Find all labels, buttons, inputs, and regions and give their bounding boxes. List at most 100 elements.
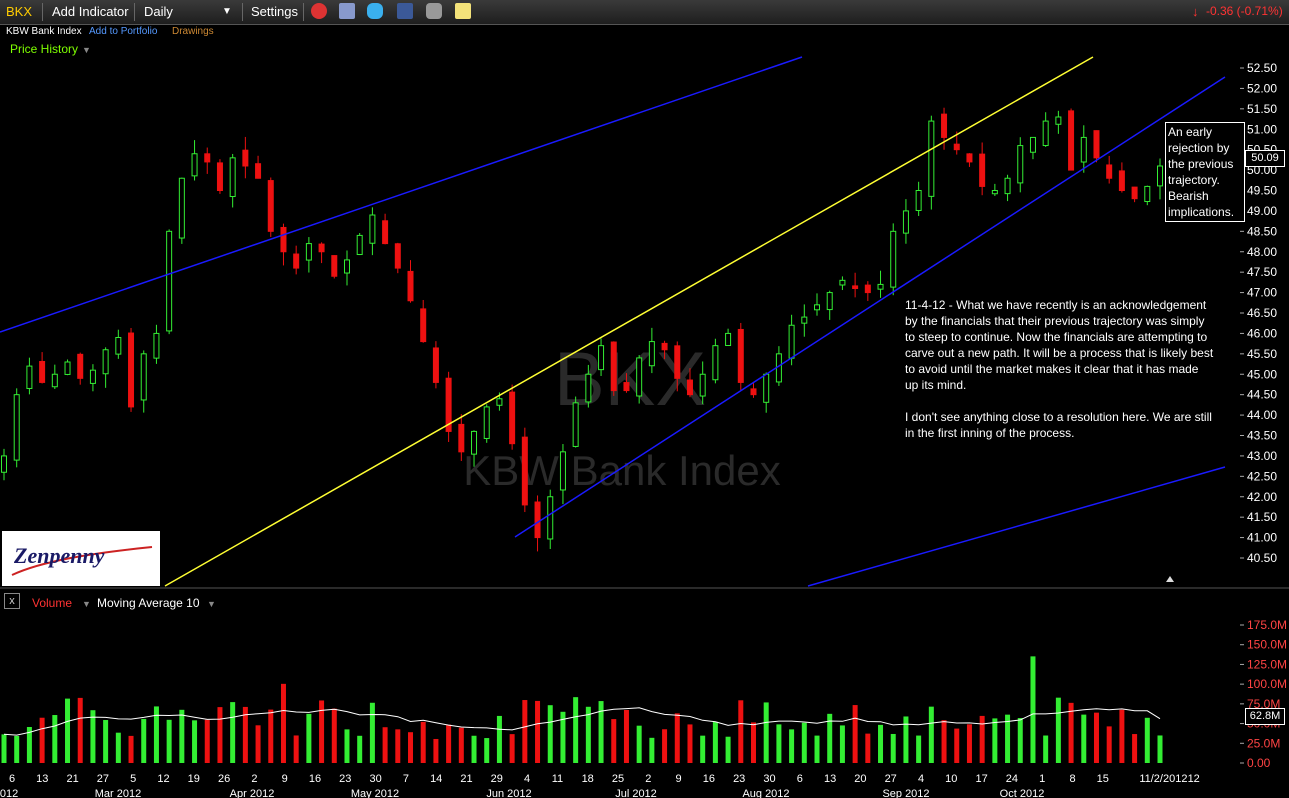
candle-body: [1004, 177, 1011, 195]
candle-body: [471, 430, 478, 455]
day-tick-label: 14: [430, 773, 442, 785]
day-tick-label: 4: [524, 773, 530, 785]
candle-body: [407, 270, 414, 302]
volume-bar: [623, 709, 629, 763]
volume-tick-label: 0.00: [1247, 756, 1271, 770]
candle-body: [153, 332, 160, 359]
candle-body: [204, 153, 211, 163]
volume-label[interactable]: Volume: [32, 596, 72, 610]
volume-bar: [1017, 718, 1023, 763]
candle-body: [852, 285, 859, 290]
volume-bar: [776, 724, 782, 763]
price-tick-label: 49.50: [1247, 184, 1277, 198]
moving-average-label[interactable]: Moving Average 10: [97, 596, 200, 610]
volume-bar: [966, 724, 972, 763]
volume-bar: [471, 735, 477, 763]
chevron-down-icon[interactable]: ▼: [82, 599, 91, 609]
candle-body: [305, 243, 312, 261]
month-label: Jul 2012: [615, 788, 657, 798]
scroll-up-icon[interactable]: [1166, 576, 1174, 582]
volume-bar: [280, 683, 286, 763]
volume-bar: [433, 738, 439, 763]
volume-tick-label: 25.0M: [1247, 736, 1280, 750]
day-tick-label: 27: [97, 773, 109, 785]
candle-body: [763, 373, 770, 403]
candle-body: [839, 279, 846, 286]
volume-bar: [687, 724, 693, 763]
candle-body: [725, 332, 732, 347]
candle-body: [623, 382, 630, 392]
volume-bar: [890, 733, 896, 763]
volume-bar: [814, 735, 820, 763]
volume-bar: [649, 737, 655, 763]
candle-body: [216, 162, 223, 191]
volume-bar: [141, 718, 147, 763]
month-label: Aug 2012: [742, 788, 789, 798]
day-tick-label: 5: [130, 773, 136, 785]
volume-bar: [992, 718, 998, 763]
volume-bar: [750, 722, 756, 763]
volume-bar: [522, 700, 528, 763]
day-tick-label: 16: [309, 773, 321, 785]
candle-body: [598, 345, 605, 371]
day-tick-label: 20: [854, 773, 866, 785]
price-tick-label: 47.50: [1247, 265, 1277, 279]
day-tick-label: 12: [157, 773, 169, 785]
month-label: 2012: [0, 788, 18, 798]
candle-body: [166, 230, 173, 332]
candle-body: [77, 353, 84, 379]
volume-bar: [547, 705, 553, 763]
day-tick-label: 27: [885, 773, 897, 785]
price-tick-label: 43.00: [1247, 449, 1277, 463]
volume-bar: [65, 698, 71, 763]
day-tick-label: 29: [491, 773, 503, 785]
volume-bar: [763, 702, 769, 763]
commentary-paragraph: I don't see anything close to a resoluti…: [905, 410, 1212, 440]
volume-bar: [865, 733, 871, 763]
candle-body: [394, 243, 401, 269]
candle-body: [877, 283, 884, 290]
day-tick-label: 13: [36, 773, 48, 785]
price-axis: 52.5052.0051.5051.0050.5050.0049.5049.00…: [1240, 61, 1277, 565]
volume-bar: [700, 735, 706, 763]
close-icon[interactable]: x: [4, 593, 20, 609]
volume-axis: 175.0M150.0M125.0M100.0M75.0M50.0M25.0M0…: [1240, 618, 1287, 770]
candle-body: [585, 373, 592, 403]
candle-body: [280, 226, 287, 253]
candle-body: [864, 284, 871, 294]
volume-bar: [217, 707, 223, 763]
volume-bar: [1081, 714, 1087, 763]
volume-bar: [179, 709, 185, 763]
candle-body: [39, 360, 46, 383]
candle-body: [51, 373, 58, 388]
last-price-tag: 50.09: [1245, 150, 1285, 167]
trendline-lower: [807, 466, 1226, 587]
candle-body: [928, 120, 935, 197]
day-tick-label: 18: [582, 773, 594, 785]
month-label: Apr 2012: [230, 788, 275, 798]
price-tick-label: 41.50: [1247, 510, 1277, 524]
candle-body: [369, 214, 376, 244]
price-tick-label: 52.00: [1247, 81, 1277, 95]
volume-bar: [928, 706, 934, 763]
candle-body: [1068, 110, 1075, 171]
volume-bar: [954, 728, 960, 763]
candle-body: [559, 451, 566, 491]
price-tick-label: 51.50: [1247, 102, 1277, 116]
chevron-down-icon[interactable]: ▼: [207, 599, 216, 609]
day-tick-label: 16: [703, 773, 715, 785]
volume-bar: [1093, 712, 1099, 763]
candle-body: [547, 496, 554, 540]
volume-bar: [166, 719, 172, 763]
day-tick-label: 12: [1188, 773, 1200, 785]
day-tick-label: 19: [188, 773, 200, 785]
candle-body: [64, 361, 71, 375]
candle-body: [890, 230, 897, 288]
volume-bar: [916, 735, 922, 763]
volume-bar: [128, 735, 134, 763]
volume-tick-label: 125.0M: [1247, 657, 1287, 671]
candle-body: [1080, 136, 1087, 163]
candle-body: [979, 153, 986, 187]
volume-bar: [979, 715, 985, 763]
day-tick-label: 25: [612, 773, 624, 785]
